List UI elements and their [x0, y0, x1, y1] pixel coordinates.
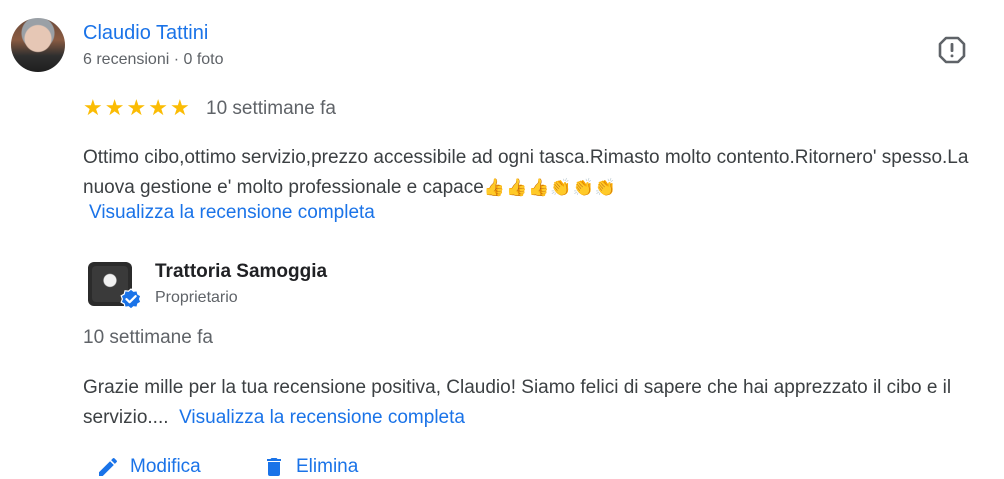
report-flag-icon[interactable]	[937, 35, 967, 65]
star-icon: ★	[104, 96, 125, 121]
star-icon: ★	[169, 96, 190, 121]
reviewer-meta: 6 recensioni · 0 foto	[83, 51, 224, 68]
star-icon: ★	[83, 96, 103, 121]
review-date: 10 settimane fa	[206, 98, 336, 119]
delete-button[interactable]: Elimina	[262, 455, 358, 479]
rating-stars: ★ ★ ★ ★ ★	[83, 98, 190, 120]
owner-name: Trattoria Samoggia	[155, 261, 328, 282]
star-icon: ★	[148, 96, 168, 121]
reviewer-name[interactable]: Claudio Tattini	[83, 22, 208, 45]
star-icon: ★	[126, 96, 147, 121]
reviewer-avatar[interactable]	[11, 18, 65, 72]
review-emojis: 👍👍👍👏👏👏	[483, 178, 617, 198]
edit-label: Modifica	[130, 456, 201, 477]
reply-date: 10 settimane fa	[83, 327, 213, 348]
verified-badge-icon	[120, 288, 142, 310]
trash-icon	[267, 458, 281, 476]
edit-button[interactable]: Modifica	[96, 455, 201, 479]
owner-role: Proprietario	[155, 289, 238, 306]
view-full-review-link[interactable]: Visualizza la recensione completa	[89, 202, 375, 224]
view-full-reply-link[interactable]: Visualizza la recensione completa	[179, 407, 465, 428]
delete-label: Elimina	[296, 456, 359, 477]
pencil-icon	[99, 457, 117, 476]
reply-text: Grazie mille per la tua recensione posit…	[83, 373, 998, 433]
review-text: Ottimo cibo,ottimo servizio,prezzo acces…	[83, 143, 993, 203]
